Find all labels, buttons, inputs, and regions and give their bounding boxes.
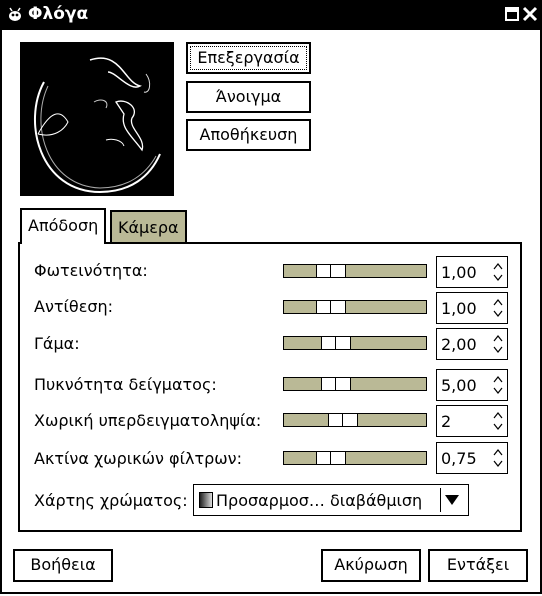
open-button[interactable]: Άνοιγμα [186, 81, 311, 113]
spin-arrows-icon[interactable] [491, 373, 505, 397]
spin-arrows-icon[interactable] [491, 296, 505, 320]
sample-density-spinbutton[interactable]: 5,00 [436, 369, 508, 401]
gamma-value: 2,00 [441, 335, 477, 354]
help-button[interactable]: Βοήθεια [13, 549, 113, 582]
brightness-value: 1,00 [441, 263, 477, 282]
contrast-spinbutton[interactable]: 1,00 [436, 292, 508, 324]
gradient-swatch-icon [199, 492, 213, 508]
window-title: Φλόγα [28, 4, 89, 24]
gamma-spinbutton[interactable]: 2,00 [436, 328, 508, 360]
slider-thumb[interactable] [328, 413, 358, 427]
spin-arrows-icon[interactable] [491, 446, 505, 470]
colormap-value: Προσαρμοσ… διαβάθμιση [216, 491, 423, 510]
slider-thumb[interactable] [316, 451, 346, 465]
flame-preview [20, 42, 174, 196]
slider-thumb[interactable] [316, 300, 346, 314]
sample-density-label: Πυκνότητα δείγματος: [34, 375, 217, 394]
contrast-slider[interactable] [283, 300, 427, 314]
colormap-combobox[interactable]: Προσαρμοσ… διαβάθμιση [193, 484, 469, 516]
sample-density-slider[interactable] [283, 377, 427, 391]
spin-arrows-icon[interactable] [491, 409, 505, 433]
contrast-value: 1,00 [441, 299, 477, 318]
tab-camera[interactable]: Κάμερα [110, 210, 187, 244]
spatial-oversample-label: Χωρική υπερδειγματοληψία: [34, 411, 262, 430]
brightness-slider[interactable] [283, 264, 427, 278]
combo-separator [440, 488, 441, 512]
close-icon[interactable] [521, 5, 539, 23]
spin-arrows-icon[interactable] [491, 260, 505, 284]
spatial-filter-radius-value: 0,75 [441, 449, 477, 468]
cancel-button[interactable]: Ακύρωση [321, 549, 421, 582]
brightness-label: Φωτεινότητα: [34, 261, 148, 280]
spatial-filter-radius-slider[interactable] [283, 451, 427, 465]
edit-button[interactable]: Επεξεργασία [186, 42, 311, 74]
slider-thumb[interactable] [316, 264, 346, 278]
spatial-filter-radius-spinbutton[interactable]: 0,75 [436, 442, 508, 474]
title-bar: Φλόγα [0, 0, 542, 30]
colormap-label: Χάρτης χρώματος: [34, 491, 188, 510]
dropdown-arrow-icon[interactable] [445, 495, 459, 505]
spatial-oversample-slider[interactable] [283, 413, 427, 427]
gamma-slider[interactable] [283, 336, 427, 350]
gamma-label: Γάμα: [34, 334, 80, 353]
sample-density-value: 5,00 [441, 376, 477, 395]
spatial-filter-radius-label: Ακτίνα χωρικών φίλτρων: [34, 449, 243, 468]
gimp-icon [9, 7, 21, 21]
contrast-label: Αντίθεση: [34, 297, 114, 316]
spatial-oversample-value: 2 [441, 412, 452, 431]
maximize-icon[interactable] [503, 5, 521, 23]
spatial-oversample-spinbutton[interactable]: 2 [436, 405, 508, 437]
ok-button[interactable]: Εντάξει [428, 549, 528, 582]
brightness-spinbutton[interactable]: 1,00 [436, 256, 508, 288]
spin-arrows-icon[interactable] [491, 332, 505, 356]
slider-thumb[interactable] [321, 377, 351, 391]
slider-thumb[interactable] [321, 336, 351, 350]
tab-render[interactable]: Απόδοση [20, 208, 107, 244]
save-button[interactable]: Αποθήκευση [186, 119, 311, 151]
